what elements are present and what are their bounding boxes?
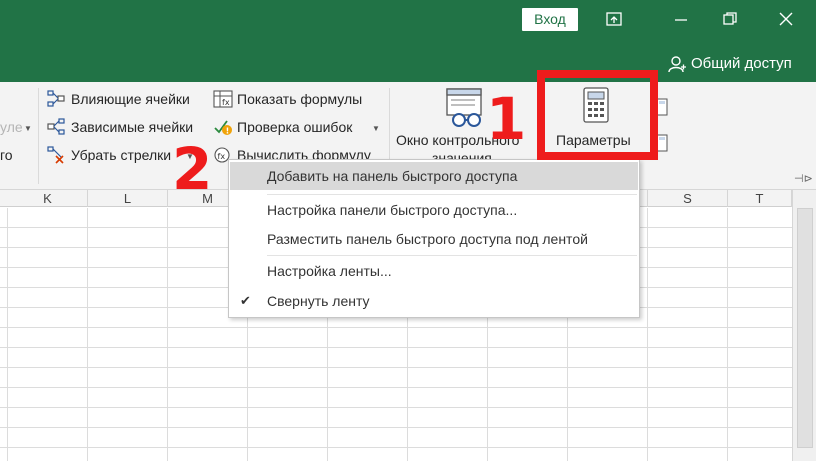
scrollbar-thumb[interactable] [797,208,813,448]
menu-item-show-qat-below[interactable]: Разместить панель быстрого доступа под л… [230,225,638,253]
ribbon-separator [38,88,39,184]
trace-precedents-button[interactable]: Влияющие ячейки [71,91,190,107]
menu-item-label: Разместить панель быстрого доступа под л… [267,231,588,247]
restore-button[interactable] [707,4,753,34]
highlight-box [537,70,658,160]
remove-arrows-button[interactable]: Убрать стрелки [71,147,171,163]
chevron-down-icon: ▼ [24,124,32,133]
svg-text:fx: fx [222,98,230,107]
close-button[interactable] [763,4,809,34]
ribbon-display-icon [606,12,622,26]
menu-item-add-to-qat[interactable]: Добавить на панель быстрого доступа [230,162,638,190]
column-header[interactable]: S [648,190,728,207]
column-header[interactable]: L [88,190,168,207]
menu-item-customize-ribbon[interactable]: Настройка ленты... [230,257,638,285]
ribbon-cut-label-2: го [0,147,13,163]
minimize-icon [675,19,687,21]
vertical-scrollbar[interactable] [792,190,816,461]
pin-ribbon-icon[interactable]: ⊣⊳ [794,172,813,185]
menu-item-label: Свернуть ленту [267,293,370,309]
svg-text:fx: fx [218,152,226,161]
minimize-button[interactable] [658,4,704,34]
menu-item-collapse-ribbon[interactable]: ✔ Свернуть ленту [230,287,638,315]
ribbon-display-options-button[interactable] [591,4,637,34]
show-formulas-button[interactable]: Показать формулы [237,91,362,107]
menu-item-customize-qat[interactable]: Настройка панели быстрого доступа... [230,196,638,224]
svg-text:!: ! [226,127,230,136]
column-header[interactable]: K [8,190,88,207]
close-icon [779,12,793,26]
remove-arrows-icon [47,146,64,164]
checkmark-icon: ✔ [240,293,251,308]
menu-separator [267,194,637,195]
error-checking-chevron-icon[interactable]: ▼ [372,124,380,133]
annotation-number-1: 1 [486,85,527,153]
menu-item-label: Настройка панели быстрого доступа... [267,202,518,218]
menu-item-label: Настройка ленты... [267,263,392,279]
annotation-number-2: 2 [172,135,213,203]
ribbon-context-menu: Добавить на панель быстрого доступа Наст… [228,159,640,318]
person-icon [668,56,686,73]
menu-separator [267,255,637,256]
error-checking-icon: ! [214,120,232,136]
restore-icon [723,12,737,25]
trace-precedents-icon [47,90,65,107]
share-label: Общий доступ [691,55,792,72]
show-formulas-icon: fx [213,90,233,108]
title-bar: Вход Общий доступ [0,0,816,82]
menu-item-label: Добавить на панель быстрого доступа [267,168,518,184]
trace-dependents-button[interactable]: Зависимые ячейки [71,119,193,135]
login-button[interactable]: Вход [522,8,578,31]
ribbon-cut-label-1: уле [0,119,23,135]
error-checking-button[interactable]: Проверка ошибок [237,119,352,135]
watch-window-icon [446,88,482,127]
column-header[interactable]: T [728,190,792,207]
trace-dependents-icon [47,118,65,135]
